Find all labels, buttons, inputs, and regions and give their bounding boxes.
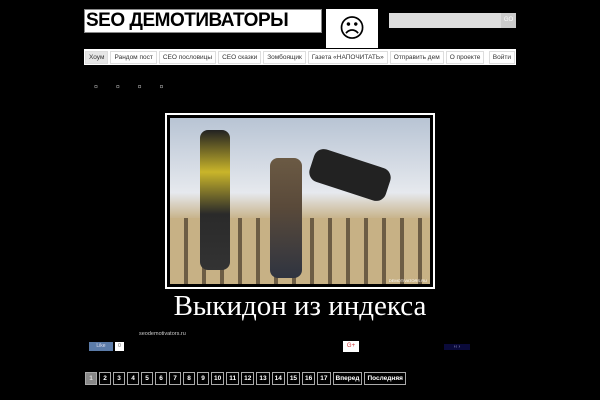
- nav-item-newspaper[interactable]: Газета «НАПОЧИТАТЬ»: [307, 50, 388, 64]
- nav-item-submit[interactable]: Отправить дем: [389, 50, 444, 64]
- nav-item-home[interactable]: Хоум: [85, 50, 109, 64]
- site-url[interactable]: seodemotivators.ru: [139, 331, 186, 337]
- nav-item-proverbs[interactable]: СЕО пословицы: [158, 50, 217, 64]
- nav-item-about[interactable]: О проекте: [445, 50, 485, 64]
- page-17[interactable]: 17: [317, 372, 331, 385]
- page-5[interactable]: 5: [141, 372, 153, 385]
- page-10[interactable]: 10: [211, 372, 225, 385]
- like-count: 0: [115, 342, 124, 351]
- nav-item-tv[interactable]: Зомбоящик: [263, 50, 306, 64]
- nav-item-tales[interactable]: СЕО сказки: [218, 50, 262, 64]
- next-page-button[interactable]: Вперед: [332, 372, 363, 385]
- page-14[interactable]: 14: [271, 372, 285, 385]
- demotivator-photo[interactable]: DEMOTIVATORS.RU: [170, 118, 430, 284]
- pagination: 1 2 3 4 5 6 7 8 9 10 11 12 13 14 15 16 1…: [85, 372, 406, 385]
- login-button[interactable]: Войти: [488, 50, 515, 64]
- demotivator-frame: DEMOTIVATORS.RU: [165, 113, 435, 289]
- page-7[interactable]: 7: [169, 372, 181, 385]
- google-plus-button[interactable]: G+: [343, 341, 359, 352]
- page-11[interactable]: 11: [226, 372, 240, 385]
- page-9[interactable]: 9: [197, 372, 209, 385]
- search-button[interactable]: GO: [501, 13, 516, 28]
- page-3[interactable]: 3: [113, 372, 125, 385]
- page-8[interactable]: 8: [183, 372, 195, 385]
- nav-item-random[interactable]: Рандом пост: [110, 50, 157, 64]
- page-13[interactable]: 13: [256, 372, 270, 385]
- main-nav: Хоум Рандом пост СЕО пословицы СЕО сказк…: [84, 49, 516, 65]
- last-page-button[interactable]: Последняя: [364, 372, 406, 385]
- page-4[interactable]: 4: [127, 372, 139, 385]
- site-logo[interactable]: SEO ДЕМОТИВАТОРЫ: [84, 9, 322, 33]
- facebook-like-button[interactable]: Like: [89, 342, 113, 351]
- page-15[interactable]: 15: [286, 372, 301, 385]
- page-12[interactable]: 12: [241, 372, 255, 385]
- page-1[interactable]: 1: [85, 372, 97, 385]
- rage-face-logo-icon[interactable]: ☹: [326, 9, 378, 48]
- watermark: DEMOTIVATORS.RU: [388, 278, 427, 283]
- search-input[interactable]: [389, 13, 501, 28]
- demotivator-caption: Выкидон из индекса: [173, 290, 427, 322]
- page-16[interactable]: 16: [302, 372, 316, 385]
- post-nav-arrows[interactable]: ‹‹ ›: [444, 344, 470, 350]
- post-meta-icons: ¤ ¤ ¤ ¤: [94, 84, 172, 91]
- page-2[interactable]: 2: [99, 372, 111, 385]
- page-6[interactable]: 6: [155, 372, 167, 385]
